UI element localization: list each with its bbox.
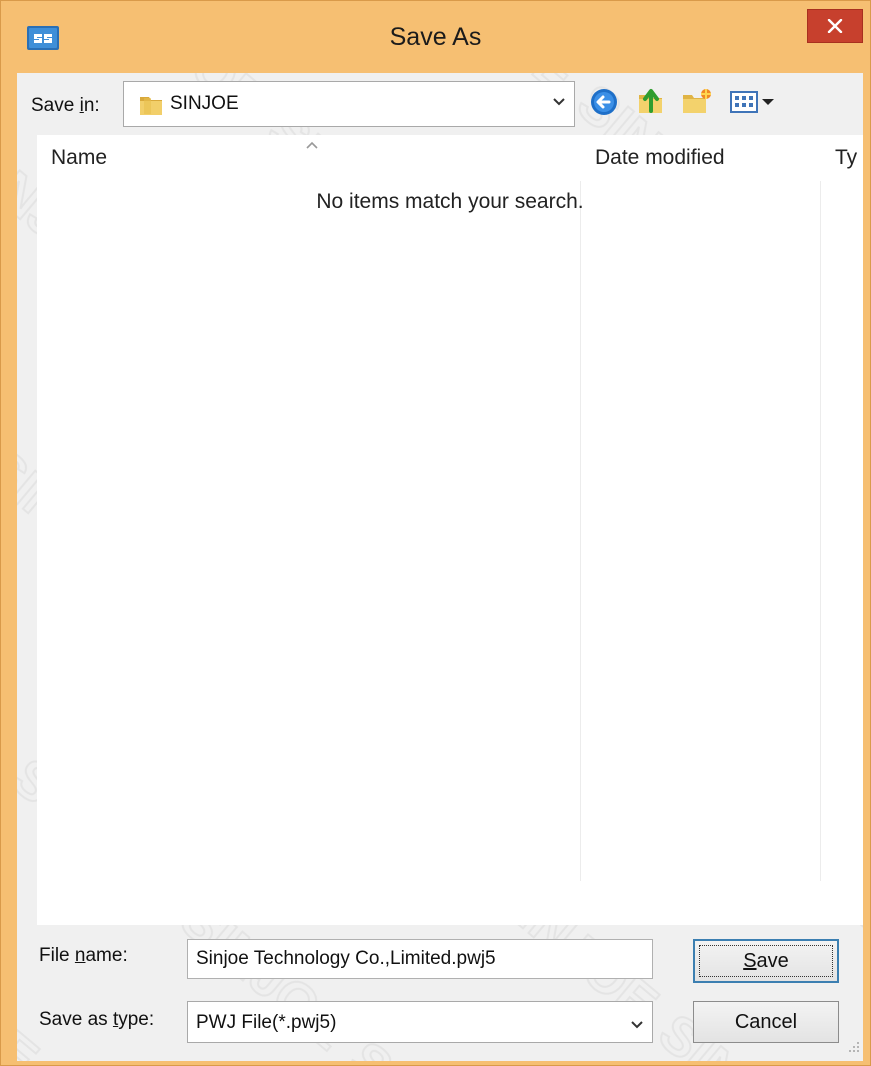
- file-name-label: File name:: [39, 945, 128, 966]
- window-title: Save As: [389, 23, 482, 51]
- save-as-type-value: PWJ File(*.pwj5): [196, 1012, 337, 1033]
- column-divider: [820, 181, 821, 881]
- save-as-type-dropdown[interactable]: PWJ File(*.pwj5): [187, 1001, 653, 1043]
- view-menu-button[interactable]: [729, 87, 779, 119]
- up-one-level-button[interactable]: [635, 85, 667, 117]
- current-folder-name: SINJOE: [170, 93, 239, 114]
- close-icon: [827, 19, 843, 33]
- column-header-name[interactable]: Name: [37, 135, 581, 181]
- folder-icon: [138, 92, 164, 123]
- empty-list-message: No items match your search.: [316, 190, 584, 213]
- save-in-label: Save in:: [31, 95, 100, 116]
- new-folder-icon: [683, 89, 711, 113]
- save-as-dialog: Save As SINJOE Save in:: [0, 0, 871, 1066]
- save-button[interactable]: Save: [693, 939, 839, 983]
- title-bar[interactable]: Save As: [1, 1, 870, 73]
- chevron-down-icon: [552, 94, 566, 112]
- focus-rectangle: [699, 945, 833, 977]
- file-name-input[interactable]: [187, 939, 653, 979]
- file-list[interactable]: Name Date modified Ty No items match you…: [37, 135, 863, 925]
- back-button[interactable]: [589, 87, 621, 119]
- cancel-button[interactable]: Cancel: [693, 1001, 839, 1043]
- file-name-field[interactable]: [196, 948, 636, 970]
- save-as-type-label: Save as type:: [39, 1009, 155, 1030]
- new-folder-button[interactable]: [681, 87, 713, 119]
- chevron-down-icon: [630, 1017, 644, 1035]
- save-in-dropdown[interactable]: SINJOE: [123, 81, 575, 127]
- column-header-date-modified[interactable]: Date modified: [581, 135, 821, 181]
- dialog-body: SINJOE Save in: SINJOE: [17, 73, 863, 1061]
- sort-ascending-icon: [305, 135, 319, 167]
- column-divider: [580, 181, 581, 881]
- back-arrow-icon: [591, 89, 617, 115]
- up-folder-icon: [639, 89, 662, 113]
- resize-grip-icon[interactable]: [847, 1040, 861, 1059]
- view-menu-icon: [730, 91, 774, 113]
- column-header-type[interactable]: Ty: [821, 135, 863, 181]
- close-button[interactable]: [807, 9, 863, 43]
